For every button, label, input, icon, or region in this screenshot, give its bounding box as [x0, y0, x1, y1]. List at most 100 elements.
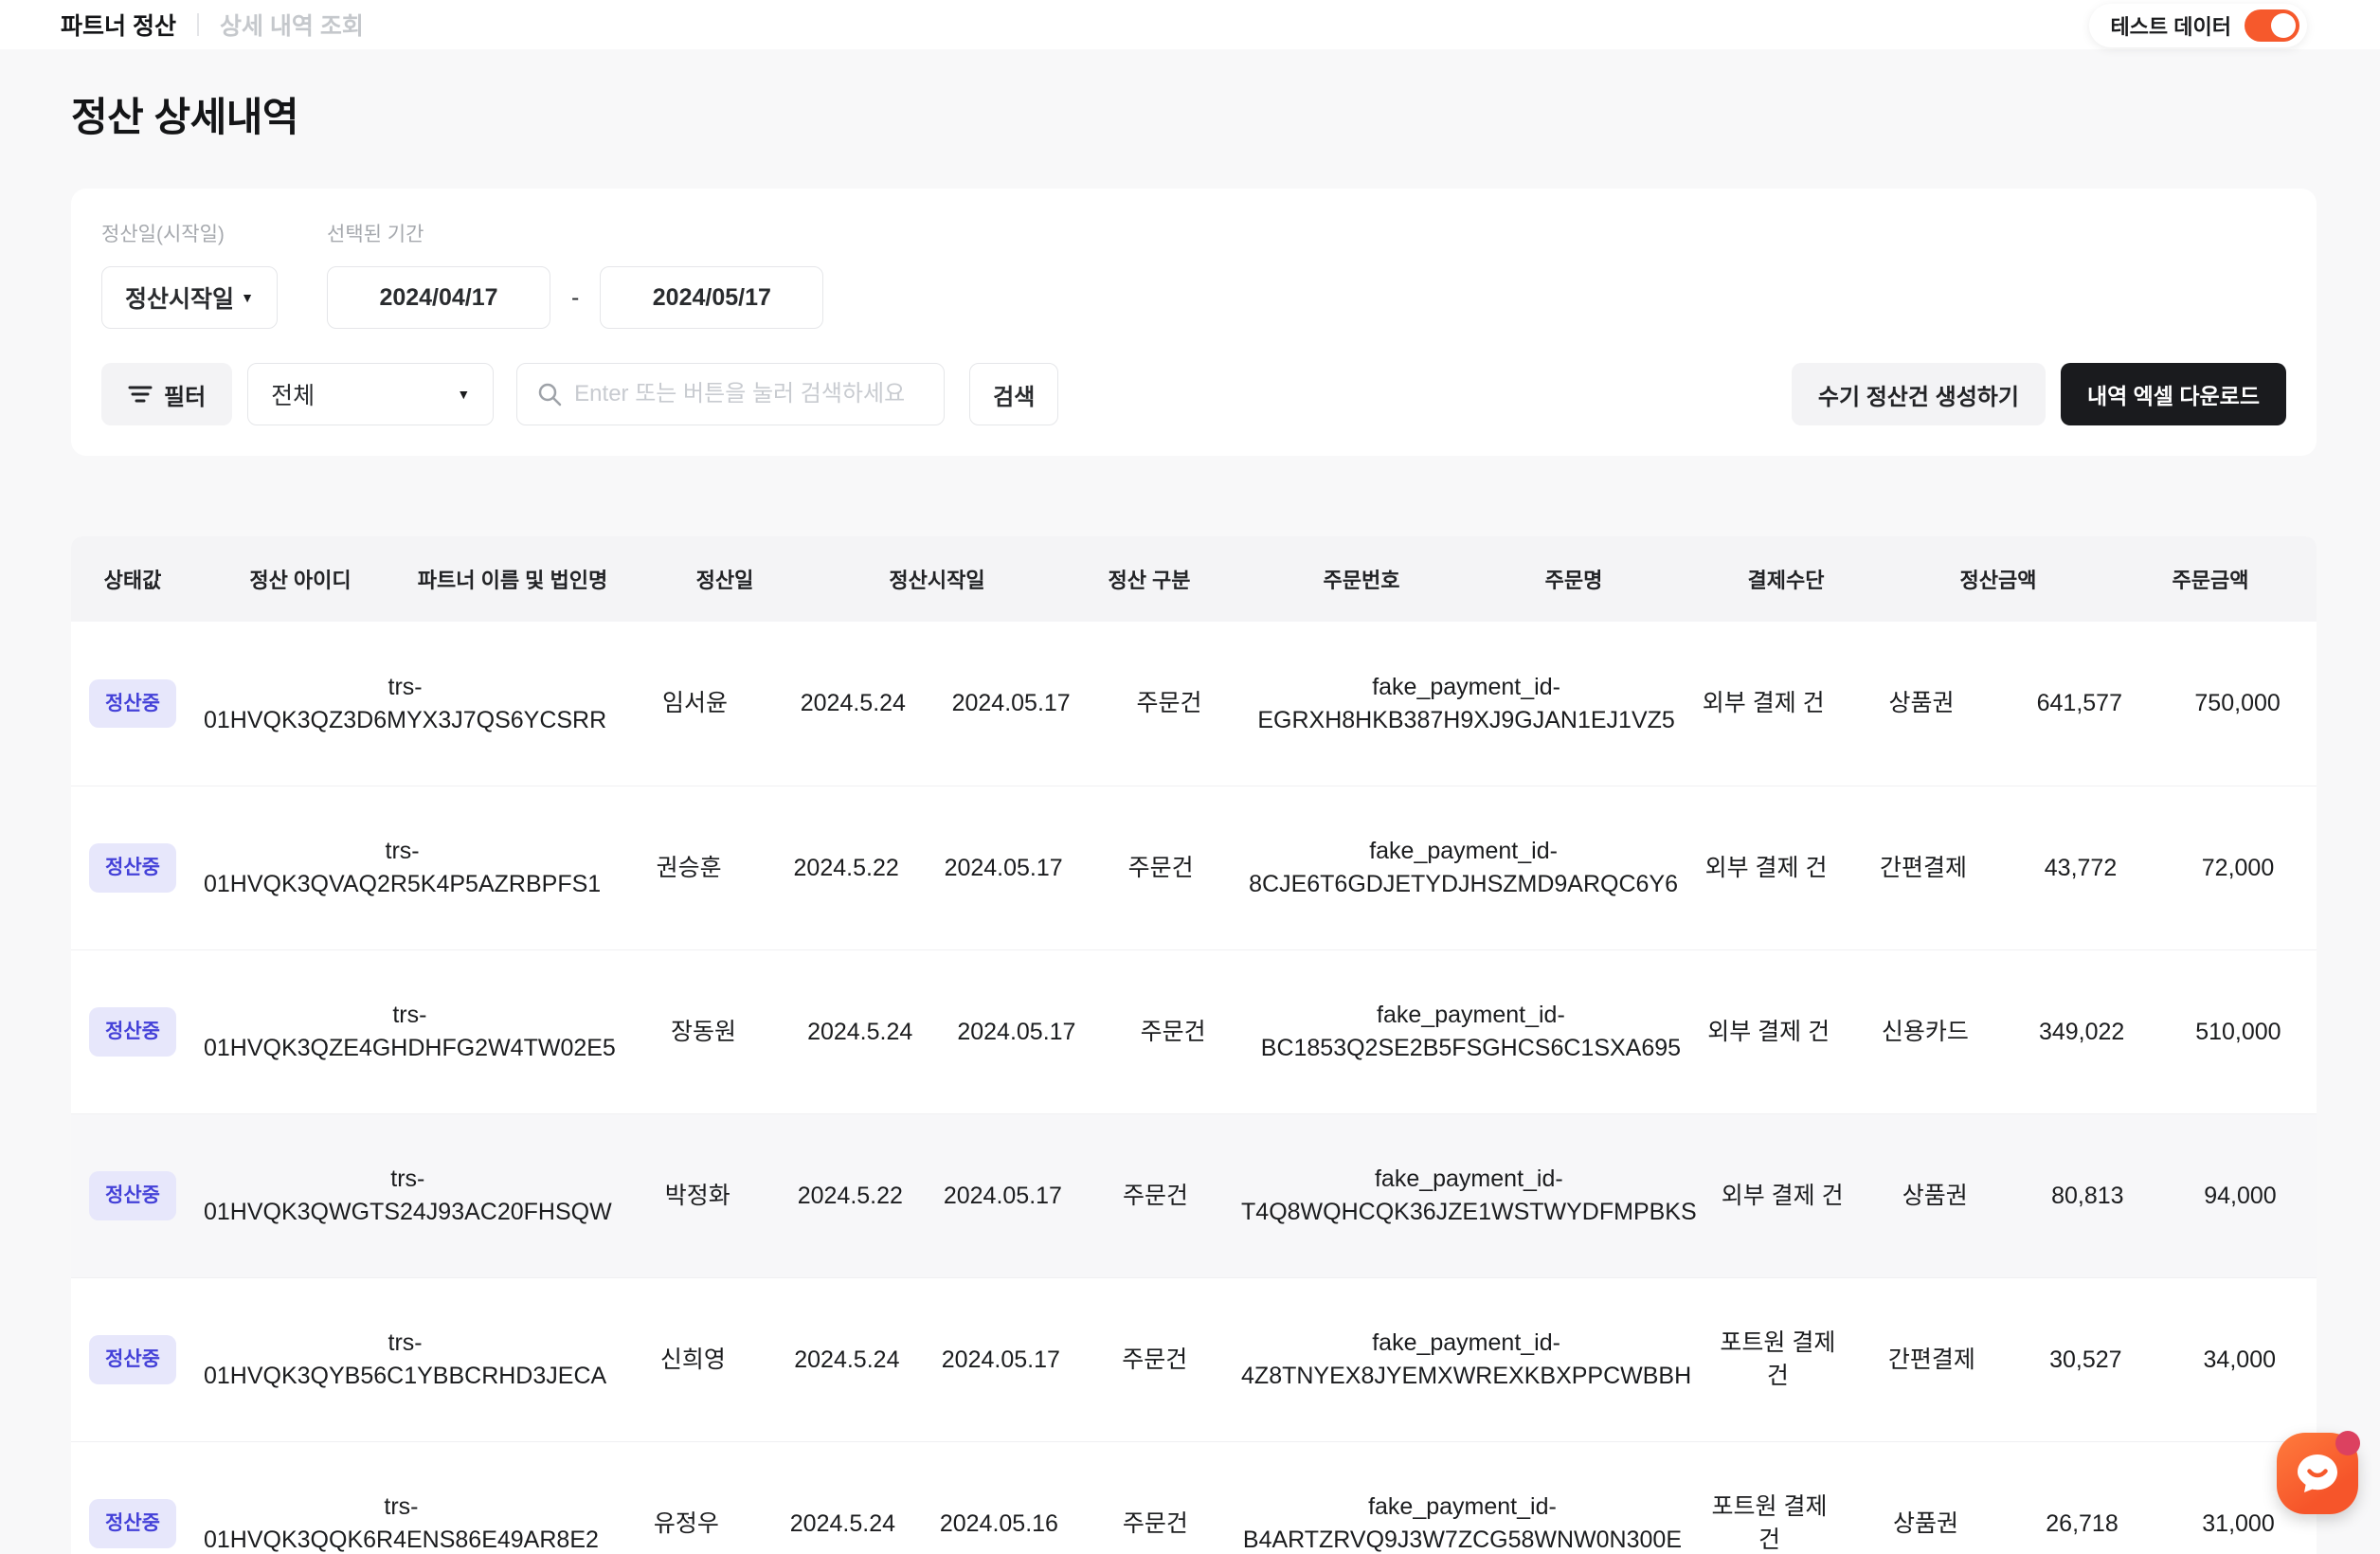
nav-detail-inquiry[interactable]: 상세 내역 조회 — [220, 8, 364, 42]
status-cell: 정산중 — [71, 1007, 194, 1056]
partner-name-cell: 임서윤 — [616, 687, 774, 720]
settlement-amount-cell: 80,813 — [2011, 1180, 2164, 1213]
column-header: 결제수단 — [1680, 564, 1892, 594]
table-row[interactable]: 정산중 trs-01HVQK3QQK6R4ENS86E49AR8E2 유정우 2… — [71, 1441, 2317, 1554]
date-from-input[interactable]: 2024/04/17 — [327, 266, 550, 329]
status-badge: 정산중 — [89, 1007, 176, 1056]
chevron-down-icon: ▼ — [457, 387, 470, 402]
settlement-start-date-cell: 2024.05.17 — [938, 1016, 1094, 1049]
partner-name-cell: 장동원 — [625, 1016, 782, 1049]
settlement-date-cell: 2024.5.24 — [765, 1508, 921, 1541]
payment-method-cell: 상품권 — [1859, 1180, 2011, 1213]
settlement-id-cell: trs-01HVQK3QVAQ2R5K4P5AZRBPFS1 — [194, 835, 610, 901]
order-amount-cell: 94,000 — [2164, 1180, 2317, 1213]
status-badge: 정산중 — [89, 843, 176, 892]
table-row[interactable]: 정산중 trs-01HVQK3QYB56C1YBBCRHD3JECA 신희영 2… — [71, 1277, 2317, 1441]
column-header: 주문명 — [1468, 564, 1680, 594]
table-row[interactable]: 정산중 trs-01HVQK3QZE4GHDHFG2W4TW02E5 장동원 2… — [71, 949, 2317, 1113]
order-number-cell: fake_payment_id-4Z8TNYEX8JYEMXWREXKBXPPC… — [1232, 1327, 1701, 1393]
table-row[interactable]: 정산중 trs-01HVQK3QWGTS24J93AC20FHSQW 박정화 2… — [71, 1113, 2317, 1277]
date-type-value: 정산시작일 — [125, 280, 234, 315]
category-value: 전체 — [271, 377, 315, 411]
test-data-toggle[interactable] — [2245, 9, 2299, 42]
settlement-amount-cell: 30,527 — [2009, 1344, 2162, 1377]
partner-name-cell: 권승훈 — [610, 852, 767, 885]
column-header: 정산 아이디 — [194, 564, 406, 594]
chevron-down-icon: ▼ — [241, 290, 254, 305]
payment-method-cell: 간편결제 — [1845, 852, 2002, 885]
settlement-id-cell: trs-01HVQK3QQK6R4ENS86E49AR8E2 — [194, 1491, 608, 1554]
search-button[interactable]: 검색 — [969, 363, 1058, 425]
topbar: 파트너 정산 상세 내역 조회 테스트 데이터 — [0, 0, 2380, 49]
partner-name-cell: 유정우 — [608, 1508, 765, 1541]
column-header: 정산일 — [619, 564, 831, 594]
order-amount-cell: 510,000 — [2160, 1016, 2317, 1049]
order-amount-cell: 31,000 — [2160, 1508, 2317, 1541]
payment-method-cell: 신용카드 — [1847, 1016, 2003, 1049]
filter-card: 정산일(시작일) 정산시작일 ▼ 선택된 기간 2024/04/17 - 202… — [71, 189, 2317, 456]
order-name-cell: 포트원 결제 건 — [1701, 1327, 1854, 1393]
nav-partner-settlement[interactable]: 파트너 정산 — [61, 8, 176, 42]
status-cell: 정산중 — [71, 1171, 194, 1220]
column-header: 정산 구분 — [1043, 564, 1255, 594]
table-body: 정산중 trs-01HVQK3QZ3D6MYX3J7QS6YCSRR 임서윤 2… — [71, 622, 2317, 1554]
column-header: 주문번호 — [1255, 564, 1468, 594]
search-input[interactable] — [574, 381, 925, 407]
manual-settlement-create-button[interactable]: 수기 정산건 생성하기 — [1792, 363, 2046, 425]
status-badge: 정산중 — [89, 679, 176, 728]
status-cell: 정산중 — [71, 1499, 194, 1547]
search-field — [516, 363, 945, 425]
settlement-date-cell: 2024.5.24 — [774, 687, 932, 720]
chat-launcher-button[interactable] — [2277, 1433, 2358, 1514]
settlement-amount-cell: 26,718 — [2004, 1508, 2160, 1541]
test-data-pill: 테스트 데이터 — [2089, 4, 2307, 47]
column-header: 정산금액 — [1892, 564, 2104, 594]
settlement-type-cell: 주문건 — [1091, 687, 1249, 720]
settlement-date-cell: 2024.5.24 — [770, 1344, 924, 1377]
filter-row-dates: 정산일(시작일) 정산시작일 ▼ 선택된 기간 2024/04/17 - 202… — [101, 219, 2286, 329]
order-amount-cell: 750,000 — [2158, 687, 2317, 720]
payment-method-cell: 간편결제 — [1855, 1344, 2009, 1377]
test-data-label: 테스트 데이터 — [2110, 10, 2231, 41]
order-name-cell: 외부 결제 건 — [1690, 1016, 1847, 1049]
filter-lines-icon — [128, 384, 153, 405]
breadcrumb: 파트너 정산 상세 내역 조회 — [61, 8, 364, 42]
category-select[interactable]: 전체 ▼ — [247, 363, 494, 425]
settlement-type-cell: 주문건 — [1082, 852, 1239, 885]
date-type-label: 정산일(시작일) — [101, 219, 278, 247]
table-row[interactable]: 정산중 trs-01HVQK3QZ3D6MYX3J7QS6YCSRR 임서윤 2… — [71, 622, 2317, 786]
date-type-select[interactable]: 정산시작일 ▼ — [101, 266, 278, 329]
settlement-start-date-cell: 2024.05.17 — [927, 1180, 1079, 1213]
payment-method-cell: 상품권 — [1848, 1508, 2004, 1541]
excel-download-button[interactable]: 내역 엑셀 다운로드 — [2061, 363, 2286, 425]
settlement-id-cell: trs-01HVQK3QZE4GHDHFG2W4TW02E5 — [194, 999, 625, 1065]
column-header: 파트너 이름 및 법인명 — [406, 564, 619, 594]
filter-button-label: 필터 — [164, 378, 206, 411]
order-amount-cell: 34,000 — [2163, 1344, 2317, 1377]
settlement-id-cell: trs-01HVQK3QZ3D6MYX3J7QS6YCSRR — [194, 671, 616, 737]
partner-name-cell: 박정화 — [622, 1180, 774, 1213]
breadcrumb-divider — [197, 13, 199, 36]
search-icon — [536, 381, 563, 407]
filter-button[interactable]: 필터 — [101, 363, 232, 425]
order-name-cell: 외부 결제 건 — [1687, 852, 1845, 885]
order-amount-cell: 72,000 — [2159, 852, 2317, 885]
order-number-cell: fake_payment_id-8CJE6T6GDJETYDJHSZMD9ARQ… — [1239, 835, 1687, 901]
column-header: 상태값 — [71, 564, 194, 594]
order-number-cell: fake_payment_id-EGRXH8HKB387H9XJ9GJAN1EJ… — [1248, 671, 1684, 737]
settlement-date-cell: 2024.5.22 — [767, 852, 925, 885]
filter-row-actions: 필터 전체 ▼ 검색 수기 정산건 생성하기 내역 엑셀 다운로드 — [101, 363, 2286, 425]
date-to-input[interactable]: 2024/05/17 — [600, 266, 823, 329]
main-content: 정산 상세내역 정산일(시작일) 정산시작일 ▼ 선택된 기간 2024/04/… — [0, 85, 2380, 1554]
notification-dot — [2335, 1431, 2360, 1455]
settlement-amount-cell: 349,022 — [2004, 1016, 2160, 1049]
settlement-start-date-cell: 2024.05.17 — [925, 852, 1082, 885]
status-badge: 정산중 — [89, 1335, 176, 1383]
settlement-date-cell: 2024.5.22 — [774, 1180, 927, 1213]
column-header: 주문금액 — [2104, 564, 2317, 594]
settlement-amount-cell: 43,772 — [2002, 852, 2159, 885]
table-row[interactable]: 정산중 trs-01HVQK3QVAQ2R5K4P5AZRBPFS1 권승훈 2… — [71, 786, 2317, 949]
date-range: 2024/04/17 - 2024/05/17 — [327, 266, 823, 329]
status-badge: 정산중 — [89, 1499, 176, 1547]
settlement-id-cell: trs-01HVQK3QYB56C1YBBCRHD3JECA — [194, 1327, 616, 1393]
